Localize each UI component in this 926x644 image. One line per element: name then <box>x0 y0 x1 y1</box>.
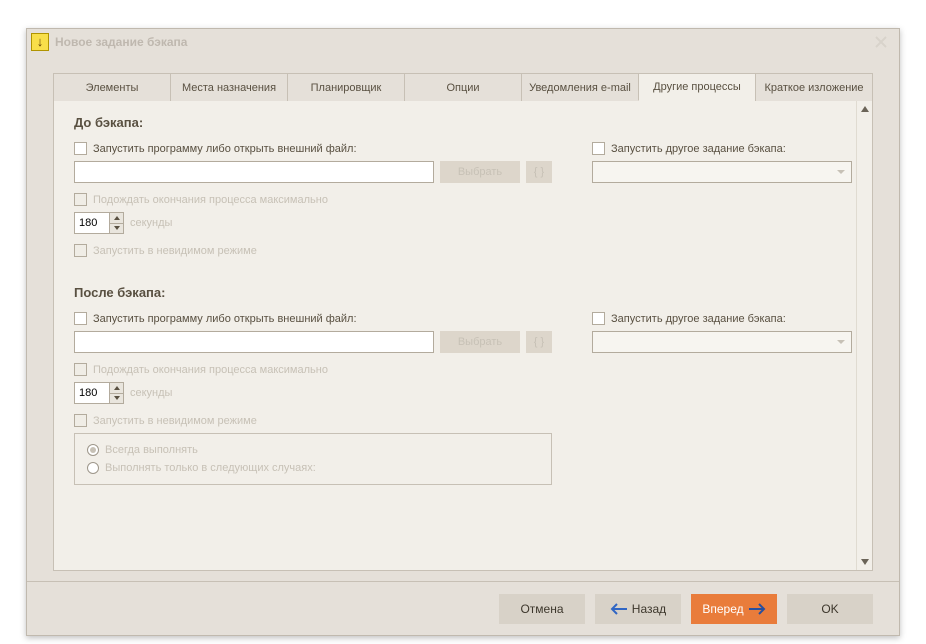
chevron-down-icon <box>861 559 869 565</box>
tab-other-processes[interactable]: Другие процессы <box>638 73 755 101</box>
chevron-down-icon <box>114 226 120 230</box>
before-run-program-checkbox[interactable] <box>74 142 87 155</box>
scroll-up-button[interactable] <box>857 101 873 117</box>
close-button[interactable] <box>863 29 899 55</box>
tab-panel: До бэкапа: Запустить программу либо откр… <box>53 101 873 571</box>
ok-button[interactable]: OK <box>787 594 873 624</box>
vertical-scrollbar[interactable] <box>856 101 872 570</box>
tab-scheduler[interactable]: Планировщик <box>287 73 404 101</box>
before-select-button[interactable]: Выбрать <box>440 161 520 183</box>
chevron-up-icon <box>861 106 869 112</box>
before-wait-label: Подождать окончания процесса максимально <box>93 194 328 206</box>
before-backup-section: До бэкапа: Запустить программу либо откр… <box>74 115 852 263</box>
before-other-task-combo[interactable] <box>592 161 852 183</box>
arrow-right-icon <box>748 603 766 615</box>
after-run-program-label: Запустить программу либо открыть внешний… <box>93 313 357 325</box>
after-wait-spinner[interactable] <box>74 382 124 404</box>
next-label: Вперед <box>702 602 743 616</box>
before-run-program-label: Запустить программу либо открыть внешний… <box>93 143 357 155</box>
radio-conditional[interactable] <box>87 462 99 474</box>
back-button[interactable]: Назад <box>595 594 681 624</box>
dialog-window: ↓ Новое задание бэкапа Элементы Места на… <box>26 28 900 636</box>
after-run-other-checkbox[interactable] <box>592 312 605 325</box>
after-select-button[interactable]: Выбрать <box>440 331 520 353</box>
after-condition-group: Всегда выполнять Выполнять только в след… <box>74 433 552 485</box>
before-wait-checkbox[interactable] <box>74 193 87 206</box>
next-button[interactable]: Вперед <box>691 594 777 624</box>
before-program-path-input[interactable] <box>74 161 434 183</box>
after-run-program-checkbox[interactable] <box>74 312 87 325</box>
ok-label: OK <box>821 602 838 616</box>
after-section-title: После бэкапа: <box>74 285 852 300</box>
before-run-other-checkbox[interactable] <box>592 142 605 155</box>
chevron-down-icon <box>114 396 120 400</box>
cancel-label: Отмена <box>520 602 563 616</box>
back-label: Назад <box>632 602 666 616</box>
before-wait-up[interactable] <box>110 213 123 224</box>
tab-destinations[interactable]: Места назначения <box>170 73 287 101</box>
tab-email[interactable]: Уведомления e-mail <box>521 73 638 101</box>
close-icon <box>875 36 887 48</box>
before-section-title: До бэкапа: <box>74 115 852 130</box>
after-invisible-label: Запустить в невидимом режиме <box>93 415 257 427</box>
scroll-down-button[interactable] <box>857 554 873 570</box>
after-program-path-input[interactable] <box>74 331 434 353</box>
after-wait-value[interactable] <box>75 383 109 403</box>
radio-always-label: Всегда выполнять <box>105 444 198 456</box>
app-icon: ↓ <box>31 33 49 51</box>
after-backup-section: После бэкапа: Запустить программу либо о… <box>74 285 852 485</box>
before-wait-spinner[interactable] <box>74 212 124 234</box>
content-area: Элементы Места назначения Планировщик Оп… <box>53 73 873 571</box>
after-wait-down[interactable] <box>110 394 123 404</box>
chevron-up-icon <box>114 216 120 220</box>
tab-bar: Элементы Места назначения Планировщик Оп… <box>53 73 873 101</box>
after-wait-label: Подождать окончания процесса максимально <box>93 364 328 376</box>
cancel-button[interactable]: Отмена <box>499 594 585 624</box>
tab-elements[interactable]: Элементы <box>53 73 170 101</box>
dialog-footer: Отмена Назад Вперед OK <box>27 581 899 635</box>
after-variables-button[interactable]: { } <box>526 331 552 353</box>
tab-options[interactable]: Опции <box>404 73 521 101</box>
window-title: Новое задание бэкапа <box>55 35 187 49</box>
after-wait-up[interactable] <box>110 383 123 394</box>
chevron-up-icon <box>114 386 120 390</box>
tab-summary[interactable]: Краткое изложение <box>755 73 873 101</box>
after-wait-unit: секунды <box>130 387 172 399</box>
before-variables-button[interactable]: { } <box>526 161 552 183</box>
after-invisible-checkbox[interactable] <box>74 414 87 427</box>
after-run-other-label: Запустить другое задание бэкапа: <box>611 313 786 325</box>
after-other-task-combo[interactable] <box>592 331 852 353</box>
arrow-left-icon <box>610 603 628 615</box>
radio-conditional-label: Выполнять только в следующих случаях: <box>105 462 316 474</box>
radio-always[interactable] <box>87 444 99 456</box>
before-invisible-label: Запустить в невидимом режиме <box>93 245 257 257</box>
after-wait-checkbox[interactable] <box>74 363 87 376</box>
before-wait-down[interactable] <box>110 224 123 234</box>
before-invisible-checkbox[interactable] <box>74 244 87 257</box>
before-run-other-label: Запустить другое задание бэкапа: <box>611 143 786 155</box>
before-wait-value[interactable] <box>75 213 109 233</box>
before-wait-unit: секунды <box>130 217 172 229</box>
title-bar: ↓ Новое задание бэкапа <box>27 29 899 55</box>
